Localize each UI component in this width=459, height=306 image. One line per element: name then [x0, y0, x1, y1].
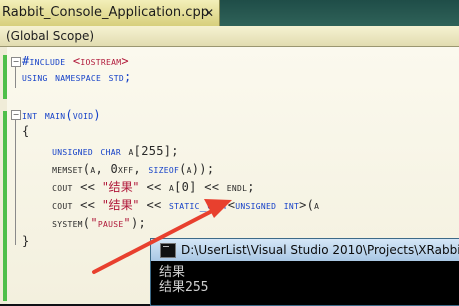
open-brace: {: [22, 124, 30, 138]
code-line: memset(a, 0xff, sizeof(a));: [22, 161, 214, 177]
collapse-icon[interactable]: −: [11, 57, 21, 67]
sizeof-keyword: sizeof: [148, 162, 180, 176]
console-line: 结果255: [159, 280, 209, 295]
cout-stream: cout <<: [22, 198, 103, 212]
code-line: unsigned char a[255];: [22, 143, 179, 159]
include-target: <iostream>: [72, 54, 129, 68]
console-output: 结果 结果255: [159, 265, 208, 295]
string-literal: "pause": [90, 216, 131, 230]
type-keyword: unsigned char: [22, 144, 129, 158]
close-brace: }: [22, 234, 30, 248]
code-line: cout << "结果" << static_cast<unsigned int…: [22, 197, 319, 213]
document-tabstrip: Rabbit_Console_Application.cpp ✕: [0, 0, 459, 26]
code-line: cout << "结果" << a[0] << endl;: [22, 179, 255, 195]
code-line: using namespace std;: [22, 69, 132, 85]
console-icon: [160, 243, 176, 258]
fold-guide: [15, 117, 16, 245]
tab-rabbit-console-application[interactable]: Rabbit_Console_Application.cpp ✕: [0, 0, 220, 26]
console-title: D:\UserList\Visual Studio 2010\Projects\…: [181, 243, 459, 257]
system-call: system(: [22, 216, 91, 230]
memset-call: memset(a, 0xff,: [22, 162, 149, 176]
using-directive: using namespace std;: [22, 70, 132, 84]
array-decl: a[255];: [128, 144, 179, 158]
code-line: {: [22, 123, 30, 139]
close-icon[interactable]: ✕: [202, 6, 216, 20]
change-indicator: [3, 55, 7, 99]
string-literal: "结果": [102, 198, 139, 212]
unsigned-int-keyword: unsigned int: [235, 198, 300, 212]
console-line: 结果: [159, 265, 186, 280]
cout-stream: cout <<: [22, 180, 103, 194]
console-titlebar[interactable]: D:\UserList\Visual Studio 2010\Projects\…: [151, 239, 459, 261]
ide-window: Rabbit_Console_Application.cpp ✕ (Global…: [0, 0, 459, 306]
static-cast-keyword: static_cast: [169, 198, 228, 212]
cast-rest: >(a: [299, 198, 320, 212]
main-signature: int main(void): [22, 108, 101, 122]
code-line: #include <iostream>: [22, 53, 129, 69]
tabstrip-background: [220, 0, 459, 26]
string-literal: "结果": [102, 180, 139, 194]
scope-dropdown[interactable]: (Global Scope): [6, 28, 446, 44]
preprocessor-keyword: #include: [22, 54, 73, 68]
cout-rest: << a[0] << endl;: [138, 180, 255, 194]
collapse-icon[interactable]: −: [11, 110, 21, 120]
console-window[interactable]: D:\UserList\Visual Studio 2010\Projects\…: [150, 238, 459, 306]
tab-title: Rabbit_Console_Application.cpp: [2, 5, 209, 20]
stream-op: <<: [138, 198, 170, 212]
change-indicator: [3, 111, 7, 301]
code-line: int main(void): [22, 107, 101, 123]
system-close: );: [130, 216, 147, 230]
memset-args: (a));: [179, 162, 215, 176]
code-line: }: [22, 233, 30, 249]
scope-bar: (Global Scope): [0, 26, 459, 47]
code-line: system("pause");: [22, 215, 146, 231]
